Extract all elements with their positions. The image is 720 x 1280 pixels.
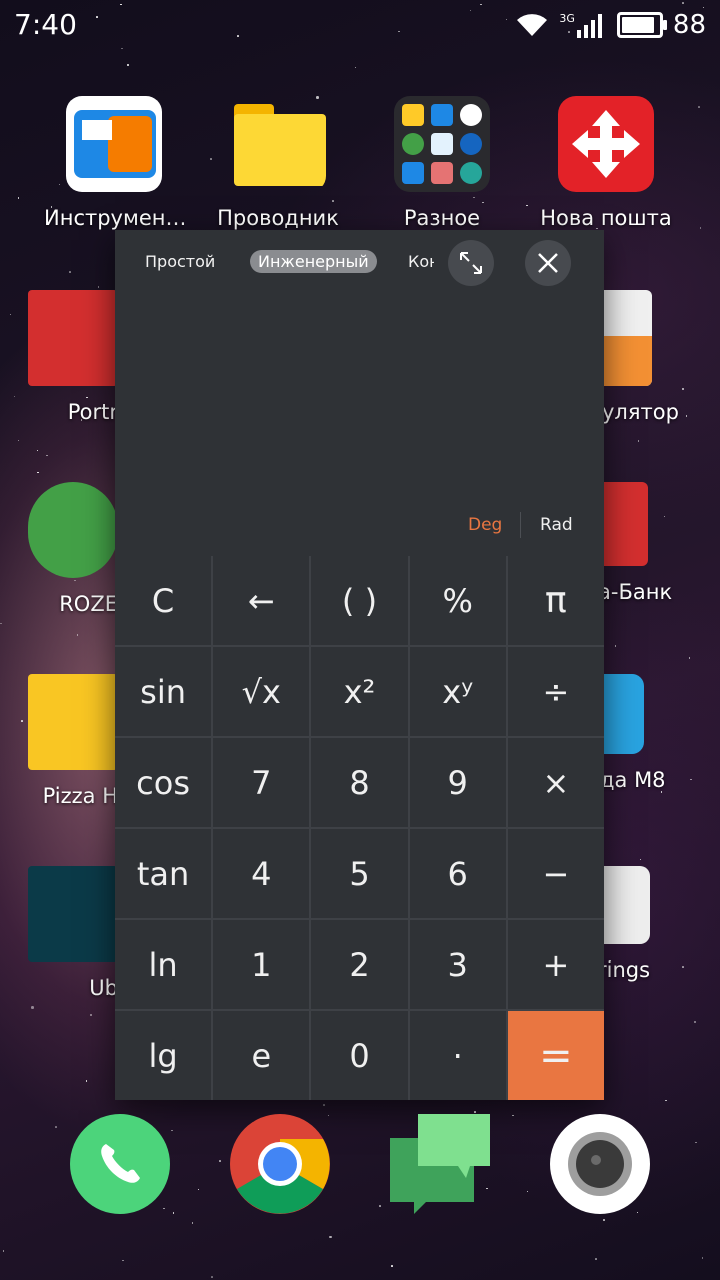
app-instruments[interactable]: Инструмен… [44, 96, 184, 230]
app-settings[interactable]: rings [598, 866, 714, 982]
key-sin[interactable]: sin [115, 647, 212, 736]
dock-phone[interactable] [70, 1114, 170, 1214]
app-folder-misc[interactable]: Разное [372, 96, 512, 230]
key-6[interactable]: 6 [409, 829, 506, 918]
key-cos[interactable]: cos [115, 738, 212, 827]
key-pi[interactable]: π [507, 556, 604, 645]
expand-icon [460, 252, 482, 274]
clock: 7:40 [14, 8, 77, 41]
key-7[interactable]: 7 [213, 738, 310, 827]
key-8[interactable]: 8 [311, 738, 408, 827]
battery-icon [616, 12, 667, 38]
folder-icon [230, 96, 326, 192]
camera-icon [550, 1114, 650, 1214]
key-3[interactable]: 3 [409, 920, 506, 1009]
dock-camera[interactable] [550, 1114, 650, 1214]
dock-messages[interactable] [390, 1114, 490, 1214]
app-calculator[interactable]: улятор [602, 290, 714, 424]
signal-icon [576, 14, 602, 38]
app-nova-poshta[interactable]: Нова пошта [536, 96, 676, 230]
key-plus[interactable]: + [507, 920, 604, 1009]
key-ln[interactable]: ln [115, 920, 212, 1009]
key-equals[interactable]: = [507, 1011, 604, 1100]
nova-poshta-icon [558, 96, 654, 192]
battery-level: 88 [672, 10, 706, 40]
key-lg[interactable]: lg [115, 1011, 212, 1100]
mode-divider [520, 512, 521, 538]
close-button[interactable] [525, 240, 571, 286]
key-2[interactable]: 2 [311, 920, 408, 1009]
calculator-tabs: Простой Инженерный Кон [115, 230, 604, 296]
sim-toolkit-icon [66, 96, 162, 192]
phone-icon [70, 1114, 170, 1214]
key-1[interactable]: 1 [213, 920, 310, 1009]
app-portr[interactable]: Portr [28, 290, 118, 424]
key-multiply[interactable]: × [507, 738, 604, 827]
app-uber[interactable]: Ub [28, 866, 118, 1000]
key-square[interactable]: x² [311, 647, 408, 736]
key-parentheses[interactable]: ( ) [311, 556, 408, 645]
tab-converter[interactable]: Кон [408, 252, 434, 271]
key-decimal[interactable]: · [409, 1011, 506, 1100]
dock-chrome[interactable] [230, 1114, 330, 1214]
key-4[interactable]: 4 [213, 829, 310, 918]
key-clear[interactable]: C [115, 556, 212, 645]
key-0[interactable]: 0 [311, 1011, 408, 1100]
bank-icon [604, 482, 648, 566]
chrome-icon [230, 1114, 330, 1214]
messages-icon [390, 1114, 490, 1214]
gauge-icon [604, 866, 650, 944]
calculator-window: Простой Инженерный Кон Deg Rad C ← ( ) %… [115, 230, 604, 1100]
roze-icon [28, 482, 118, 578]
key-minus[interactable]: − [507, 829, 604, 918]
app-pizza-house[interactable]: Pizza H [28, 674, 118, 808]
mode-rad[interactable]: Rad [540, 515, 573, 535]
app-roze[interactable]: ROZE [28, 482, 118, 616]
key-e[interactable]: e [213, 1011, 310, 1100]
key-divide[interactable]: ÷ [507, 647, 604, 736]
app-m8[interactable]: да M8 [600, 674, 714, 792]
status-bar: 7:40 3G 88 [0, 0, 720, 50]
weather-icon [604, 674, 644, 754]
close-icon [538, 253, 558, 273]
key-backspace[interactable]: ← [213, 556, 310, 645]
key-tan[interactable]: tan [115, 829, 212, 918]
app-red-icon [28, 290, 118, 386]
uber-icon [28, 866, 118, 962]
pizza-house-icon [28, 674, 118, 770]
expand-button[interactable] [448, 240, 494, 286]
mode-deg[interactable]: Deg [468, 515, 502, 535]
network-type: 3G [559, 11, 575, 25]
calculator-icon [604, 290, 652, 386]
tab-simple[interactable]: Простой [145, 252, 215, 271]
calculator-display [115, 296, 604, 556]
app-bank[interactable]: а-Банк [598, 482, 714, 604]
key-power[interactable]: xʸ [409, 647, 506, 736]
app-file-manager[interactable]: Проводник [208, 96, 348, 230]
wifi-icon [517, 14, 548, 36]
key-5[interactable]: 5 [311, 829, 408, 918]
key-percent[interactable]: % [409, 556, 506, 645]
keypad: C ← ( ) % π sin √x x² xʸ ÷ cos 7 8 9 × t… [115, 556, 604, 1100]
key-9[interactable]: 9 [409, 738, 506, 827]
tab-engineering[interactable]: Инженерный [250, 250, 377, 273]
folder-misc-icon [394, 96, 490, 192]
key-sqrt[interactable]: √x [213, 647, 310, 736]
